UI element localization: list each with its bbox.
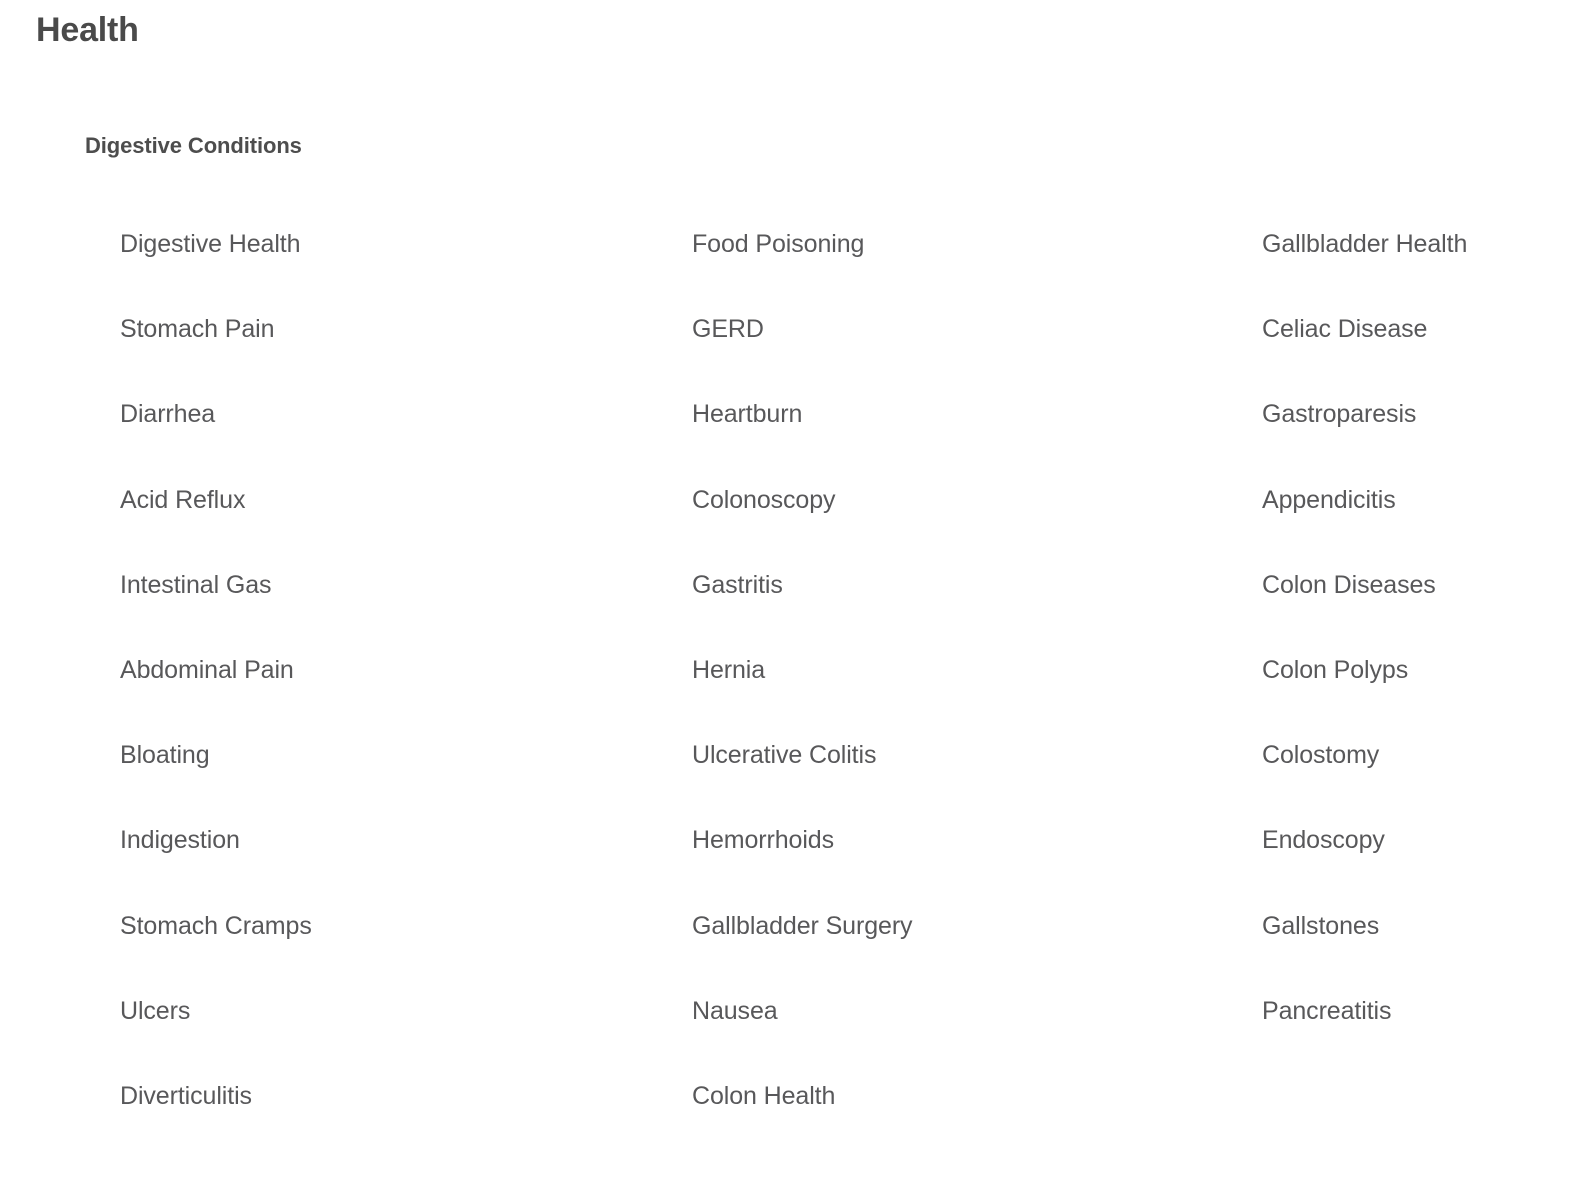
condition-column-2: Food Poisoning GERD Heartburn Colonoscopy Ga… <box>692 202 1172 1139</box>
page-title: Health <box>36 11 139 49</box>
list-item: Bloating <box>120 713 600 798</box>
condition-link[interactable]: Colon Polyps <box>1262 656 1408 684</box>
list-item: Gallbladder Health <box>1262 202 1590 287</box>
condition-link[interactable]: Diarrhea <box>120 400 215 428</box>
digestive-conditions-section: Digestive Conditions Digestive Health Sto… <box>0 128 1590 1152</box>
list-item: Celiac Disease <box>1262 287 1590 372</box>
condition-link[interactable]: Indigestion <box>120 826 240 854</box>
list-item: Colon Polyps <box>1262 628 1590 713</box>
list-item: Appendicitis <box>1262 458 1590 543</box>
condition-link[interactable]: Diverticulitis <box>120 1082 252 1110</box>
list-item: Stomach Cramps <box>120 884 600 969</box>
condition-link[interactable]: Hemorrhoids <box>692 826 834 854</box>
list-item: Colonoscopy <box>692 458 1172 543</box>
list-item: Indigestion <box>120 798 600 883</box>
condition-link[interactable]: Nausea <box>692 997 778 1025</box>
list-item: Colostomy <box>1262 713 1590 798</box>
list-item: Gastroparesis <box>1262 372 1590 457</box>
condition-link[interactable]: Acid Reflux <box>120 486 245 514</box>
condition-link[interactable]: Digestive Health <box>120 230 301 258</box>
condition-link[interactable]: Appendicitis <box>1262 486 1396 514</box>
condition-link[interactable]: Hernia <box>692 656 765 684</box>
list-item: Diarrhea <box>120 372 600 457</box>
condition-link[interactable]: Abdominal Pain <box>120 656 294 684</box>
condition-link[interactable]: Gallbladder Surgery <box>692 912 913 940</box>
list-item: Gastritis <box>692 543 1172 628</box>
condition-link[interactable]: Stomach Pain <box>120 315 275 343</box>
list-item: Colon Diseases <box>1262 543 1590 628</box>
condition-link[interactable]: Ulcers <box>120 997 190 1025</box>
condition-link[interactable]: GERD <box>692 315 764 343</box>
condition-link[interactable]: Gallstones <box>1262 912 1379 940</box>
condition-link[interactable]: Stomach Cramps <box>120 912 312 940</box>
condition-link[interactable]: Intestinal Gas <box>120 571 272 599</box>
condition-column-1: Digestive Health Stomach Pain Diarrhea Acid… <box>120 202 600 1139</box>
list-item: Stomach Pain <box>120 287 600 372</box>
list-item: Hernia <box>692 628 1172 713</box>
condition-link[interactable]: Ulcerative Colitis <box>692 741 876 769</box>
list-item: Endoscopy <box>1262 798 1590 883</box>
condition-link[interactable]: Bloating <box>120 741 210 769</box>
list-item: Gallbladder Surgery <box>692 884 1172 969</box>
condition-link[interactable]: Endoscopy <box>1262 826 1385 854</box>
section-title-digestive-conditions: Digestive Conditions <box>85 133 302 158</box>
list-item: Gallstones <box>1262 884 1590 969</box>
list-item: Nausea <box>692 969 1172 1054</box>
condition-link[interactable]: Gallbladder Health <box>1262 230 1467 258</box>
list-item: Abdominal Pain <box>120 628 600 713</box>
list-item: Ulcers <box>120 969 600 1054</box>
condition-link[interactable]: Colon Health <box>692 1082 835 1110</box>
list-item: Hemorrhoids <box>692 798 1172 883</box>
list-item: Heartburn <box>692 372 1172 457</box>
condition-link[interactable]: Colostomy <box>1262 741 1379 769</box>
list-item: Food Poisoning <box>692 202 1172 287</box>
condition-link[interactable]: Pancreatitis <box>1262 997 1392 1025</box>
condition-column-3: Gallbladder Health Celiac Disease Gastropa… <box>1262 202 1590 1054</box>
condition-link[interactable]: Colonoscopy <box>692 486 836 514</box>
condition-link-grid: Digestive Health Stomach Pain Diarrhea Acid… <box>0 202 1590 1152</box>
condition-link[interactable]: Gastritis <box>692 571 783 599</box>
condition-link[interactable]: Colon Diseases <box>1262 571 1436 599</box>
list-item: GERD <box>692 287 1172 372</box>
list-item: Ulcerative Colitis <box>692 713 1172 798</box>
list-item: Acid Reflux <box>120 458 600 543</box>
list-item: Intestinal Gas <box>120 543 600 628</box>
list-item: Digestive Health <box>120 202 600 287</box>
list-item: Colon Health <box>692 1054 1172 1139</box>
list-item: Diverticulitis <box>120 1054 600 1139</box>
condition-link[interactable]: Food Poisoning <box>692 230 864 258</box>
condition-link[interactable]: Heartburn <box>692 400 802 428</box>
health-directory-page: Health Digestive Conditions Digestive He… <box>0 0 1590 1186</box>
condition-link[interactable]: Gastroparesis <box>1262 400 1416 428</box>
condition-link[interactable]: Celiac Disease <box>1262 315 1427 343</box>
list-item: Pancreatitis <box>1262 969 1590 1054</box>
